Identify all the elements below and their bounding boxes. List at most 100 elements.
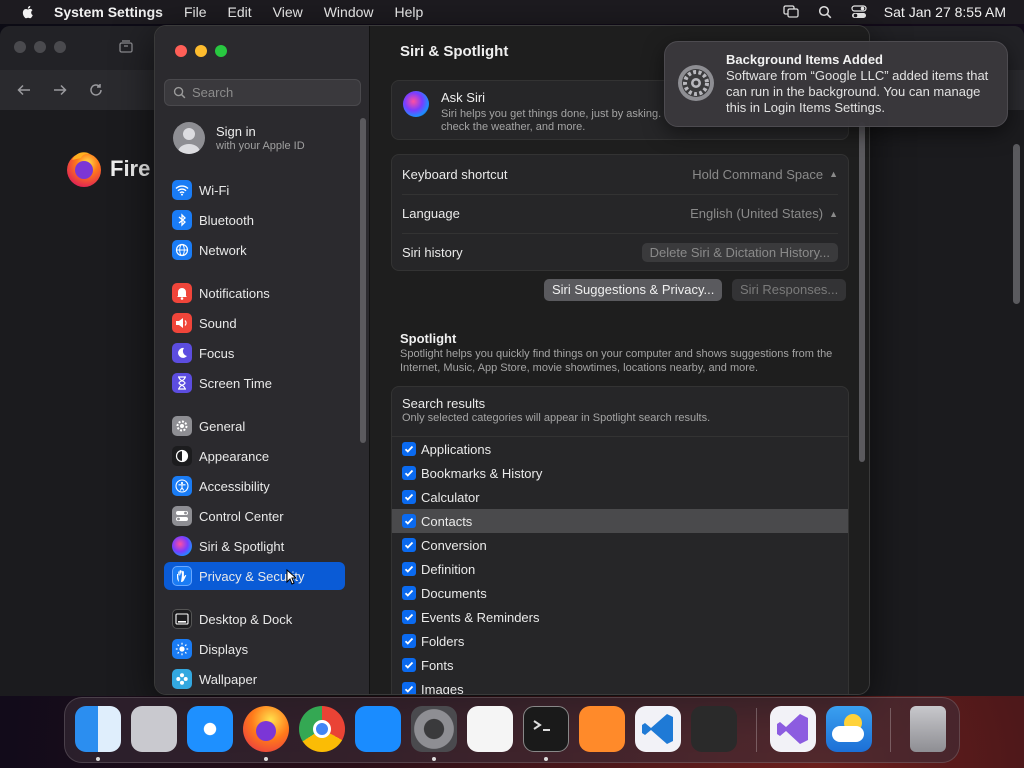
sidebar-item-sound[interactable]: Sound — [164, 309, 345, 337]
sidebar-item-desktop-dock[interactable]: Desktop & Dock — [164, 605, 345, 633]
search-result-row[interactable]: Applications — [392, 437, 848, 461]
sidebar-item-bluetooth[interactable]: Bluetooth — [164, 206, 345, 234]
menu-window[interactable]: Window — [324, 4, 374, 20]
search-result-row[interactable]: Contacts — [392, 509, 848, 533]
sidebar-item-appearance[interactable]: Appearance — [164, 442, 345, 470]
checkbox-checked-icon[interactable] — [402, 442, 416, 456]
menu-file[interactable]: File — [184, 4, 207, 20]
search-result-row[interactable]: Events & Reminders — [392, 605, 848, 629]
forward-arrow-icon[interactable] — [52, 82, 68, 98]
app-store-icon[interactable] — [355, 706, 401, 752]
gear-icon — [172, 416, 192, 436]
firefox-icon[interactable] — [243, 706, 289, 752]
search-input[interactable] — [192, 85, 352, 100]
checkbox-checked-icon[interactable] — [402, 682, 416, 694]
sun-icon — [172, 639, 192, 659]
sidebar-item-screen-time[interactable]: Screen Time — [164, 369, 345, 397]
content-scrollbar[interactable] — [859, 122, 865, 462]
sidebar-item-wallpaper[interactable]: Wallpaper — [164, 665, 345, 693]
weather-icon[interactable] — [826, 706, 872, 752]
textedit-icon[interactable] — [467, 706, 513, 752]
browser-scrollbar[interactable] — [1013, 144, 1020, 304]
delete-siri-history-button[interactable]: Delete Siri & Dictation History... — [641, 243, 838, 262]
sidebar-item-displays[interactable]: Displays — [164, 635, 345, 663]
wallpaper-icon — [172, 669, 192, 689]
menu-edit[interactable]: Edit — [228, 4, 252, 20]
apple-menu-icon[interactable] — [20, 4, 36, 20]
sidebar-item-privacy-security[interactable]: Privacy & Security — [164, 562, 345, 590]
sidebar-item-accessibility[interactable]: Accessibility — [164, 472, 345, 500]
search-result-label: Bookmarks & History — [421, 465, 543, 481]
sidebar-item-focus[interactable]: Focus — [164, 339, 345, 367]
search-result-row[interactable]: Documents — [392, 581, 848, 605]
menu-app-name[interactable]: System Settings — [54, 4, 163, 20]
search-result-row[interactable]: Conversion — [392, 533, 848, 557]
search-result-row[interactable]: Fonts — [392, 653, 848, 677]
search-result-row[interactable]: Folders — [392, 629, 848, 653]
menu-view[interactable]: View — [273, 4, 303, 20]
sidebar-item-control-center[interactable]: Control Center — [164, 502, 345, 530]
checkbox-checked-icon[interactable] — [402, 586, 416, 600]
search-result-row[interactable]: Bookmarks & History — [392, 461, 848, 485]
spotlight-search-icon[interactable] — [816, 4, 834, 20]
dock-running-indicator — [96, 757, 100, 761]
back-arrow-icon[interactable] — [16, 82, 32, 98]
ask-siri-title: Ask Siri — [441, 90, 486, 105]
browser-zoom-button[interactable] — [54, 41, 66, 53]
safari-icon[interactable] — [187, 706, 233, 752]
trash-icon[interactable] — [910, 706, 946, 752]
tab-overview-icon[interactable] — [118, 39, 134, 55]
siri-orb-icon — [403, 91, 429, 117]
visual-studio-icon[interactable] — [770, 706, 816, 752]
apple-id-sign-in[interactable]: Sign in with your Apple ID — [173, 122, 305, 154]
sidebar-item-label: Wallpaper — [199, 671, 258, 687]
search-result-row[interactable]: Calculator — [392, 485, 848, 509]
alfred-icon[interactable] — [691, 706, 737, 752]
terminal-icon[interactable] — [523, 706, 569, 752]
sidebar-scrollbar[interactable] — [360, 118, 366, 443]
siri-responses-button[interactable]: Siri Responses... — [732, 279, 847, 301]
search-result-row[interactable]: Definition — [392, 557, 848, 581]
checkbox-checked-icon[interactable] — [402, 610, 416, 624]
notification-banner[interactable]: Background Items Added Software from “Go… — [664, 41, 1008, 127]
chrome-icon[interactable] — [299, 706, 345, 752]
sidebar-item-wifi[interactable]: Wi-Fi — [164, 176, 345, 204]
vscode-icon[interactable] — [635, 706, 681, 752]
garageband-icon[interactable] — [579, 706, 625, 752]
sidebar-item-general[interactable]: General — [164, 412, 345, 440]
checkbox-checked-icon[interactable] — [402, 634, 416, 648]
browser-minimize-button[interactable] — [34, 41, 46, 53]
language-popup[interactable]: English (United States) ▲ — [690, 206, 838, 221]
keyboard-shortcut-popup[interactable]: Hold Command Space ▲ — [692, 167, 838, 182]
checkbox-checked-icon[interactable] — [402, 538, 416, 552]
menu-help[interactable]: Help — [395, 4, 424, 20]
control-center-icon[interactable] — [850, 4, 868, 20]
close-button[interactable] — [175, 45, 187, 57]
sidebar-item-network[interactable]: Network — [164, 236, 345, 264]
checkbox-checked-icon[interactable] — [402, 490, 416, 504]
checkbox-checked-icon[interactable] — [402, 514, 416, 528]
checkbox-checked-icon[interactable] — [402, 562, 416, 576]
settings-gear-icon — [678, 65, 714, 101]
toggles-icon — [172, 506, 192, 526]
sidebar-search[interactable] — [164, 79, 361, 106]
sidebar-item-siri-spotlight[interactable]: Siri & Spotlight — [164, 532, 345, 560]
browser-close-button[interactable] — [14, 41, 26, 53]
globe-icon — [172, 240, 192, 260]
zoom-button[interactable] — [215, 45, 227, 57]
search-icon — [173, 86, 186, 99]
reload-icon[interactable] — [88, 82, 104, 98]
siri-suggestions-privacy-button[interactable]: Siri Suggestions & Privacy... — [544, 279, 723, 301]
system-settings-icon[interactable] — [411, 706, 457, 752]
screen-mirroring-icon[interactable] — [782, 4, 800, 20]
page-title: Siri & Spotlight — [400, 43, 509, 60]
launchpad-icon[interactable] — [131, 706, 177, 752]
checkbox-checked-icon[interactable] — [402, 658, 416, 672]
menu-bar-clock[interactable]: Sat Jan 27 8:55 AM — [884, 4, 1006, 20]
search-result-row[interactable]: Images — [392, 677, 848, 694]
finder-icon[interactable] — [75, 706, 121, 752]
search-result-label: Folders — [421, 633, 465, 649]
minimize-button[interactable] — [195, 45, 207, 57]
sidebar-item-notifications[interactable]: Notifications — [164, 279, 345, 307]
checkbox-checked-icon[interactable] — [402, 466, 416, 480]
